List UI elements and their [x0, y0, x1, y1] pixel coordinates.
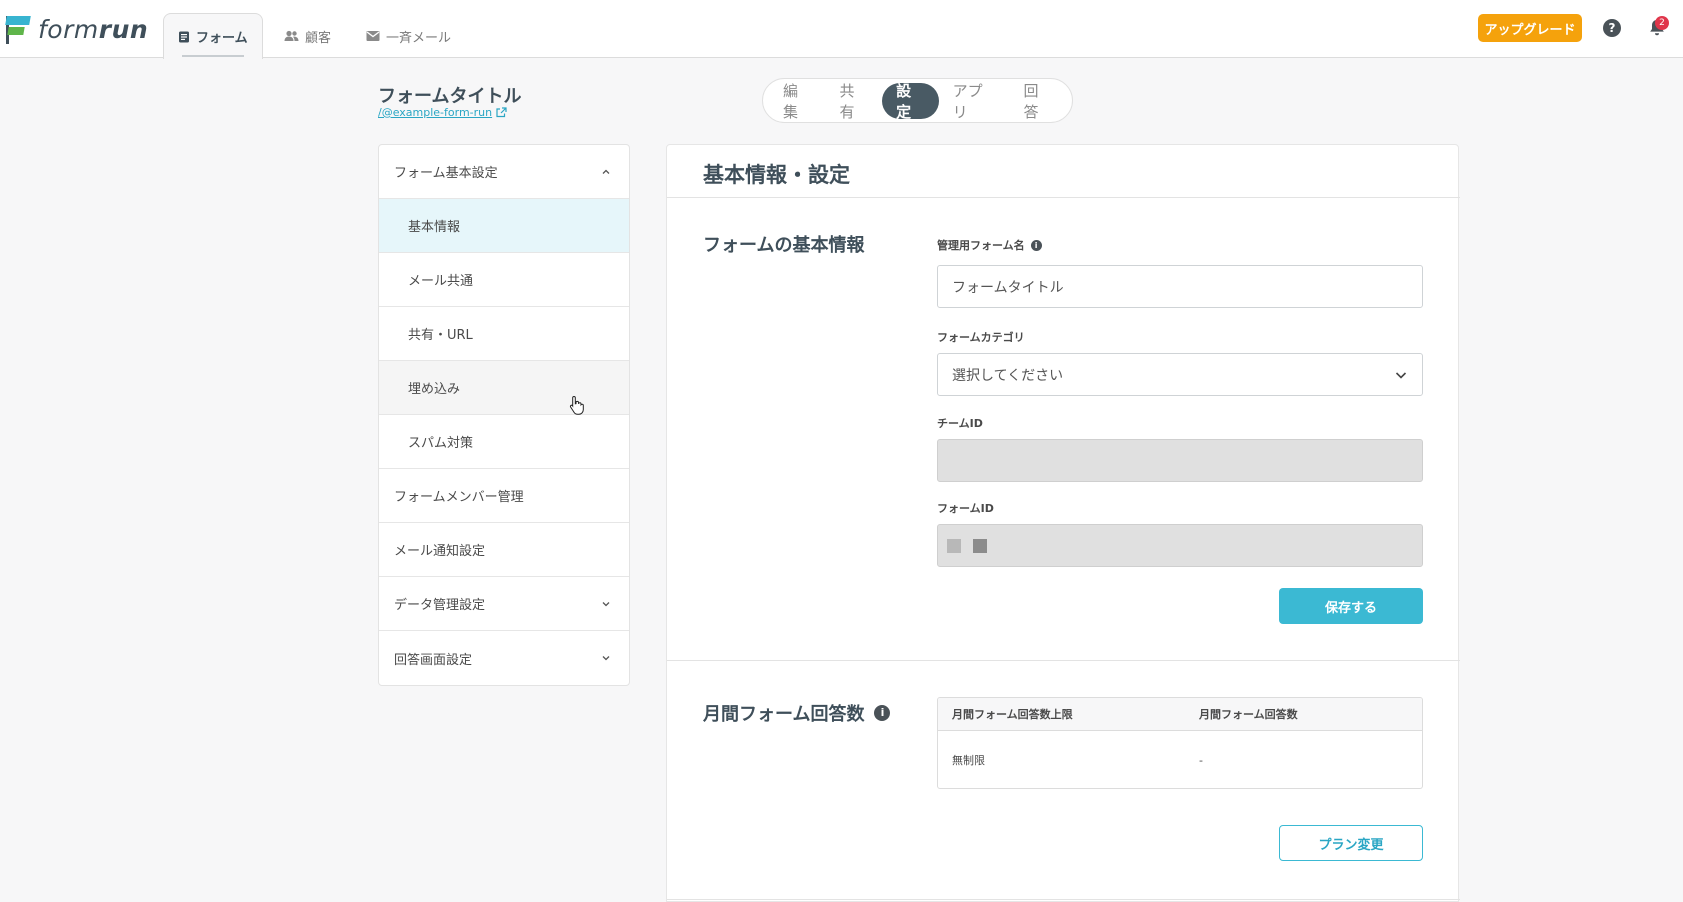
team-id-field: [937, 439, 1423, 482]
tab-settings[interactable]: 設定: [882, 82, 939, 121]
tab-form-label: フォーム: [196, 31, 248, 46]
table-cell: 無制限: [952, 754, 985, 767]
form-id-field: [937, 524, 1423, 567]
redacted-block: [947, 538, 961, 553]
table-cell: -: [1199, 753, 1203, 767]
settings-sidebar: フォーム基本設定 基本情報 メール共通 共有・URL 埋め込み スパム対策 フォ…: [378, 144, 630, 686]
sidebar-item-label: 共有・URL: [408, 328, 473, 343]
help-icon[interactable]: ?: [1603, 19, 1621, 37]
admin-form-name-input[interactable]: フォームタイトル: [937, 265, 1423, 308]
form-public-link[interactable]: /@example-form-run: [378, 106, 507, 119]
admin-form-name-label-text: 管理用フォーム名: [937, 239, 1025, 252]
tab-responses[interactable]: 回答: [1009, 82, 1066, 121]
info-icon[interactable]: i: [1030, 239, 1042, 251]
sidebar-item-embed[interactable]: 埋め込み: [379, 361, 629, 415]
monthly-responses-title-text: 月間フォーム回答数: [703, 704, 865, 725]
team-id-label: チームID: [937, 417, 983, 430]
sidebar-item-basic-info[interactable]: 基本情報: [379, 199, 629, 253]
tab-bulk-mail-label: 一斉メール: [386, 30, 452, 46]
redacted-block: [973, 538, 987, 553]
table-header: 月間フォーム回答数上限 月間フォーム回答数: [938, 698, 1422, 731]
mail-icon: [366, 31, 380, 41]
sidebar-item-label: 埋め込み: [408, 382, 461, 397]
chevron-down-icon: [602, 601, 610, 606]
sidebar-item-data-management[interactable]: データ管理設定: [379, 577, 629, 631]
sidebar-item-label: 回答画面設定: [394, 652, 473, 668]
table-row: 無制限 -: [938, 731, 1422, 788]
form-id-label: フォームID: [937, 502, 994, 515]
upgrade-button[interactable]: アップグレード: [1478, 14, 1582, 42]
monthly-quota-table: 月間フォーム回答数上限 月間フォーム回答数 無制限 -: [937, 697, 1423, 789]
logo-text: formrun: [38, 14, 149, 44]
panel-title: 基本情報・設定: [703, 163, 850, 187]
chevron-up-icon: [602, 169, 610, 174]
admin-form-name-label: 管理用フォーム名 i: [937, 237, 1042, 253]
sidebar-item-label: メール通知設定: [394, 544, 486, 559]
sidebar-item-label: 基本情報: [408, 220, 461, 235]
settings-panel: 基本情報・設定 フォームの基本情報 管理用フォーム名 i フォームタイトル フォ…: [666, 144, 1460, 902]
monthly-responses-section-title: 月間フォーム回答数 i: [703, 700, 891, 726]
sidebar-item-label: フォーム基本設定: [394, 166, 498, 181]
form-title: フォームタイトル: [378, 86, 522, 107]
divider: [667, 660, 1460, 661]
save-button[interactable]: 保存する: [1279, 588, 1423, 624]
sidebar-item-spam[interactable]: スパム対策: [379, 415, 629, 469]
form-category-value: 選択してください: [952, 367, 1064, 384]
form-doc-icon: [179, 31, 189, 42]
chevron-down-icon: [602, 656, 610, 661]
sidebar-item-label: メール共通: [408, 274, 474, 289]
form-link-text: /@example-form-run: [378, 106, 493, 119]
sidebar-item-form-members[interactable]: フォームメンバー管理: [379, 469, 629, 523]
tab-form[interactable]: フォーム: [163, 13, 263, 59]
tab-customers[interactable]: 顧客: [270, 13, 345, 59]
column-header: 月間フォーム回答数上限: [952, 708, 1073, 721]
divider: [667, 899, 1460, 900]
tab-apps[interactable]: アプリ: [939, 82, 1010, 121]
sidebar-item-mail-common[interactable]: メール共通: [379, 253, 629, 307]
tab-edit[interactable]: 編集: [769, 82, 826, 121]
divider: [667, 197, 1460, 198]
sidebar-item-label: スパム対策: [408, 436, 474, 451]
sidebar-item-response-screen[interactable]: 回答画面設定: [379, 631, 629, 685]
sidebar-item-form-basic-settings[interactable]: フォーム基本設定: [379, 145, 629, 199]
sidebar-item-label: フォームメンバー管理: [394, 490, 524, 505]
chevron-down-icon: [1395, 371, 1407, 379]
sidebar-item-mail-notification[interactable]: メール通知設定: [379, 523, 629, 577]
formrun-logo-icon: [4, 13, 34, 45]
admin-form-name-value: フォームタイトル: [952, 279, 1064, 296]
tab-bulk-mail[interactable]: 一斉メール: [352, 13, 465, 59]
form-category-select[interactable]: 選択してください: [937, 353, 1423, 396]
tab-share[interactable]: 共有: [826, 82, 883, 121]
external-link-icon: [496, 107, 507, 118]
change-plan-button[interactable]: プラン変更: [1279, 825, 1423, 861]
form-category-label: フォームカテゴリ: [937, 331, 1025, 344]
notification-badge: 2: [1655, 16, 1669, 30]
info-icon[interactable]: i: [874, 705, 891, 721]
sidebar-item-label: データ管理設定: [394, 598, 486, 613]
basic-info-section-title: フォームの基本情報: [703, 235, 865, 256]
formrun-logo[interactable]: formrun: [4, 12, 148, 46]
column-header: 月間フォーム回答数: [1199, 708, 1298, 721]
form-mode-tabs: 編集 共有 設定 アプリ 回答: [762, 78, 1073, 123]
hand-cursor-icon: [569, 395, 584, 415]
tab-customers-label: 顧客: [305, 30, 332, 46]
sidebar-item-share-url[interactable]: 共有・URL: [379, 307, 629, 361]
users-icon: [284, 30, 299, 41]
top-navigation-bar: formrun フォーム 顧客 一斉メール アップグレード ? 2: [0, 0, 1683, 59]
